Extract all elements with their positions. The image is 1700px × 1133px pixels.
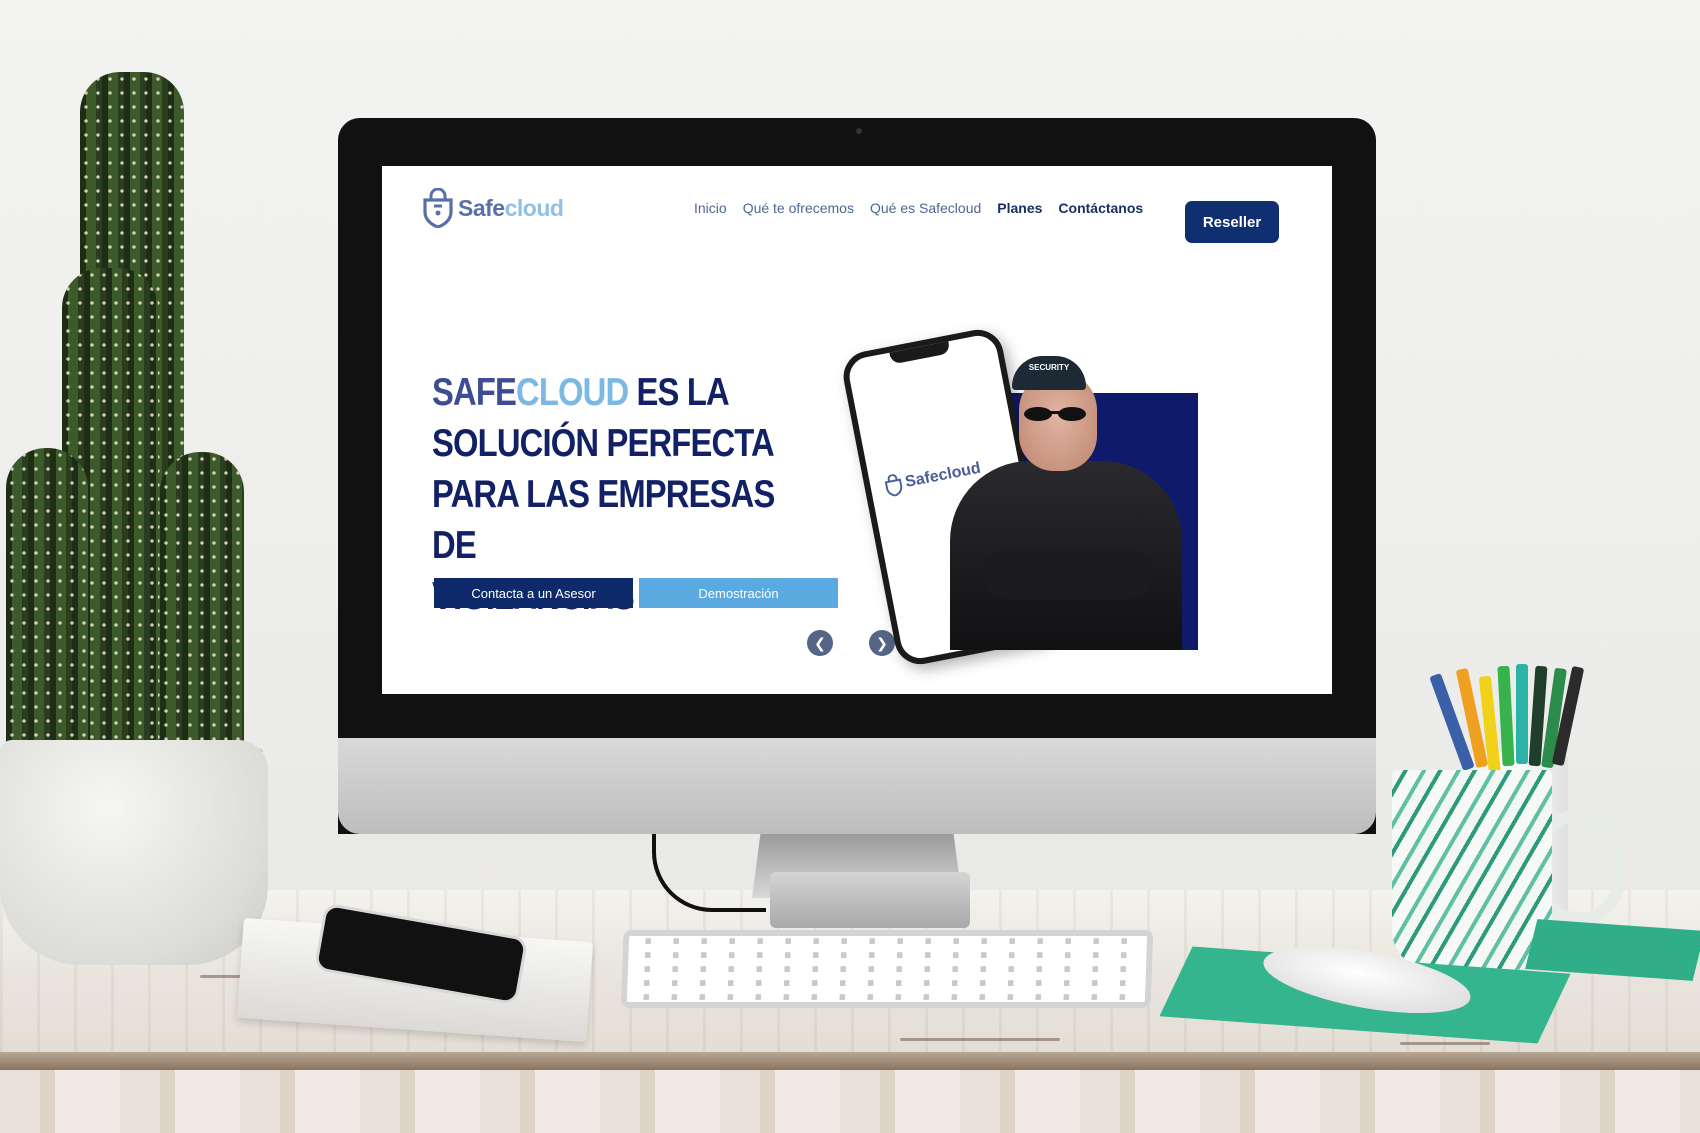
- desk-crack: [1400, 1042, 1490, 1045]
- shield-lock-icon: [884, 474, 903, 497]
- shield-lock-icon: [423, 188, 453, 228]
- demo-button[interactable]: Demostración: [639, 578, 838, 608]
- headline-line-1: ES LA: [628, 371, 730, 414]
- site-logo[interactable]: Safecloud: [422, 188, 564, 228]
- nav-que-te-ofrecemos[interactable]: Qué te ofrecemos: [743, 200, 854, 216]
- monitor-chin: [338, 738, 1376, 834]
- guard-crossed-arms: [982, 551, 1154, 599]
- cactus-stem-right: [160, 452, 244, 752]
- leaf-pattern-mug: [1392, 770, 1552, 970]
- nav-que-es-safecloud[interactable]: Qué es Safecloud: [870, 200, 981, 216]
- cactus-stem-left: [6, 448, 88, 752]
- headline-line-2: SOLUCIÓN PERFECTA: [432, 422, 775, 465]
- nav-contactanos[interactable]: Contáctanos: [1058, 200, 1143, 216]
- contact-advisor-button[interactable]: Contacta a un Asesor: [434, 578, 633, 608]
- desk-front: [0, 1070, 1700, 1133]
- keyboard: [620, 930, 1154, 1008]
- headline-line-3: PARA LAS EMPRESAS DE: [432, 473, 775, 567]
- logo-text: Safecloud: [458, 194, 564, 221]
- main-nav: Inicio Qué te ofrecemos Qué es Safecloud…: [694, 200, 1143, 216]
- desk-edge: [0, 1052, 1700, 1070]
- nav-planes[interactable]: Planes: [997, 200, 1042, 216]
- carousel-next-button[interactable]: ❯: [869, 630, 895, 656]
- headline-brand-cloud: CLOUD: [516, 371, 629, 414]
- chevron-left-icon: ❮: [814, 634, 826, 651]
- plant-pot: [0, 740, 268, 965]
- phone-notch: [889, 341, 951, 365]
- carousel-prev-button[interactable]: ❮: [807, 630, 833, 656]
- monitor-base: [770, 872, 970, 928]
- desk-crack: [900, 1038, 1060, 1041]
- guard-cap: SECURITY: [1012, 356, 1086, 390]
- reseller-button[interactable]: Reseller: [1185, 201, 1279, 243]
- sunglasses-icon: [1024, 407, 1086, 421]
- nav-inicio[interactable]: Inicio: [694, 200, 727, 216]
- pen: [1516, 664, 1528, 764]
- camera-icon: [856, 128, 862, 134]
- chevron-right-icon: ❯: [876, 634, 888, 651]
- website-screen: Safecloud Inicio Qué te ofrecemos Qué es…: [382, 166, 1332, 694]
- headline-brand-safe: SAFE: [432, 371, 517, 414]
